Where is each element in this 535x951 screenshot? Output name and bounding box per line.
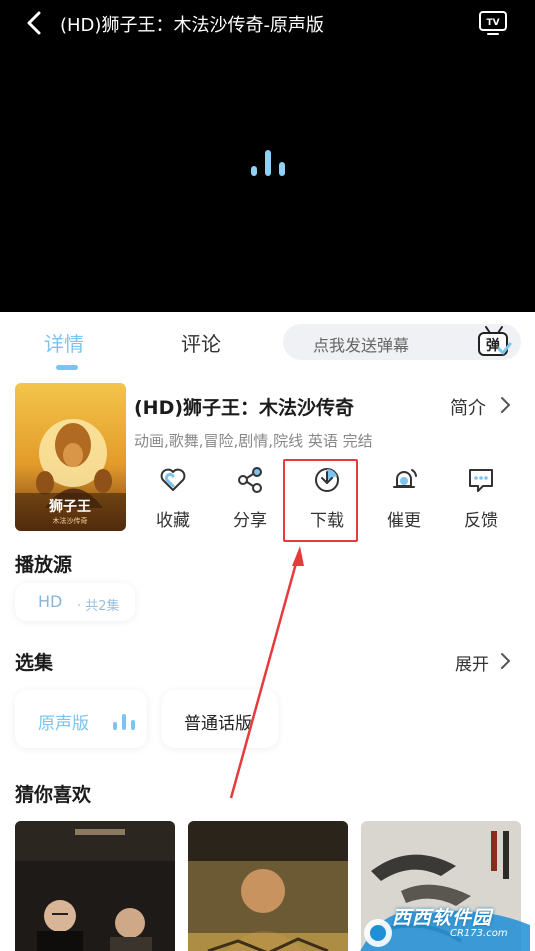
watermark-url: CR173.com [450, 928, 508, 939]
expand-episodes-link[interactable]: 展开 [455, 650, 489, 675]
feedback-button[interactable]: 反馈 [451, 466, 511, 534]
tv-cast-icon[interactable]: TV [478, 9, 508, 37]
poster-subtitle: 木法沙传奇 [53, 516, 88, 525]
watermark-text: 西西软件园 [392, 907, 493, 929]
video-player[interactable]: (HD)狮子王：木法沙传奇-原声版 TV [0, 0, 535, 312]
feedback-label: 反馈 [464, 511, 498, 531]
tab-active-indicator [56, 365, 78, 370]
detail-tab-bar: 详情 评论 点我发送弹幕 弹 [0, 312, 535, 372]
source-label: HD [38, 592, 63, 611]
chevron-right-icon[interactable] [500, 396, 512, 414]
movie-poster[interactable]: 狮子王 木法沙传奇 [15, 383, 126, 531]
episode-label: 普通话版 [184, 714, 252, 734]
recommend-poster[interactable] [188, 821, 348, 951]
download-highlight-box [283, 459, 358, 542]
danmaku-icon-text: 弹 [486, 337, 500, 354]
remind-update-button[interactable]: 催更 [374, 466, 434, 534]
heart-icon [160, 468, 186, 491]
danmaku-input[interactable]: 点我发送弹幕 弹 [283, 324, 521, 360]
chevron-right-icon[interactable] [500, 652, 512, 670]
source-episode-count: · 共2集 [77, 599, 120, 614]
movie-title: (HD)狮子王：木法沙传奇 [134, 397, 355, 419]
episodes-section-title: 选集 [15, 652, 54, 674]
poster-title: 狮子王 [48, 498, 91, 515]
share-icon [238, 467, 262, 493]
intro-link[interactable]: 简介 [450, 394, 486, 420]
loading-icon [251, 150, 285, 176]
episode-label: 原声版 [38, 714, 89, 734]
favorite-button[interactable]: 收藏 [143, 466, 203, 534]
favorite-label: 收藏 [156, 511, 190, 531]
recommend-section-title: 猜你喜欢 [15, 784, 92, 806]
source-section-title: 播放源 [15, 554, 73, 576]
episode-chip-mandarin[interactable]: 普通话版 [162, 690, 278, 748]
episode-chip-original[interactable]: 原声版 [15, 690, 147, 748]
tab-detail[interactable]: 详情 [44, 328, 84, 357]
video-title: (HD)狮子王：木法沙传奇-原声版 [60, 15, 324, 36]
danmaku-toggle-icon[interactable]: 弹 [476, 325, 512, 359]
remind-label: 催更 [387, 511, 421, 531]
playing-indicator-icon [113, 714, 135, 730]
source-chip-hd[interactable]: HD · 共2集 [15, 583, 135, 621]
bell-icon [393, 469, 417, 488]
recommend-poster[interactable] [15, 821, 175, 951]
movie-tags: 动画,歌舞,冒险,剧情,院线 英语 完结 [134, 432, 373, 450]
share-button[interactable]: 分享 [220, 466, 280, 534]
feedback-chat-icon [469, 469, 493, 492]
share-label: 分享 [233, 511, 267, 531]
tab-comment[interactable]: 评论 [181, 328, 221, 357]
danmaku-placeholder: 点我发送弹幕 [313, 336, 410, 355]
svg-text:TV: TV [486, 18, 499, 28]
back-arrow-icon[interactable] [22, 10, 48, 36]
